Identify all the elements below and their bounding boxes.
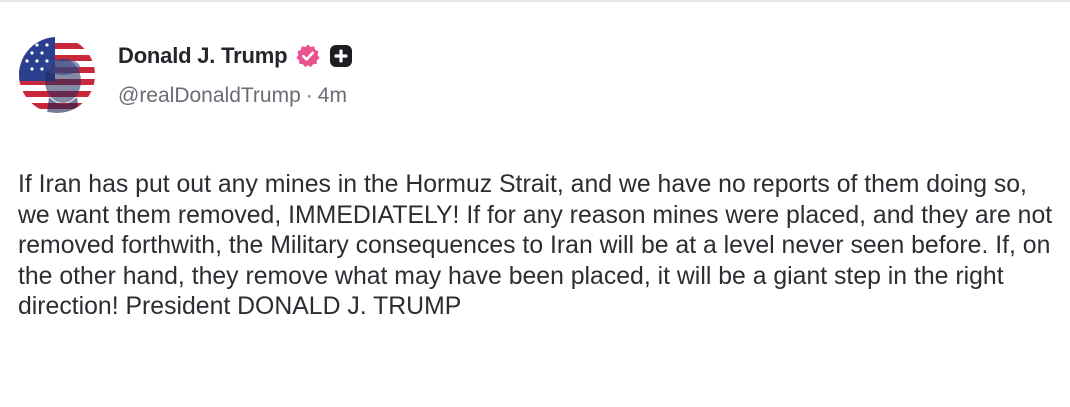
author-meta-row: @realDonaldTrump · 4m [118,84,347,108]
verified-badge-icon [295,43,321,69]
post-timestamp[interactable]: 4m [318,84,347,108]
plus-badge-icon [329,44,353,68]
meta-separator: · [305,84,313,107]
post-body-text: If Iran has put out any mines in the Hor… [18,171,1053,320]
author-name-row: Donald J. Trump [118,40,353,72]
post-card: Donald J. Trump @realDonaldTrump · 4m If… [0,0,1070,407]
author-handle[interactable]: @realDonaldTrump [118,84,301,108]
avatar[interactable] [19,37,95,113]
author-display-name[interactable]: Donald J. Trump [118,43,288,69]
